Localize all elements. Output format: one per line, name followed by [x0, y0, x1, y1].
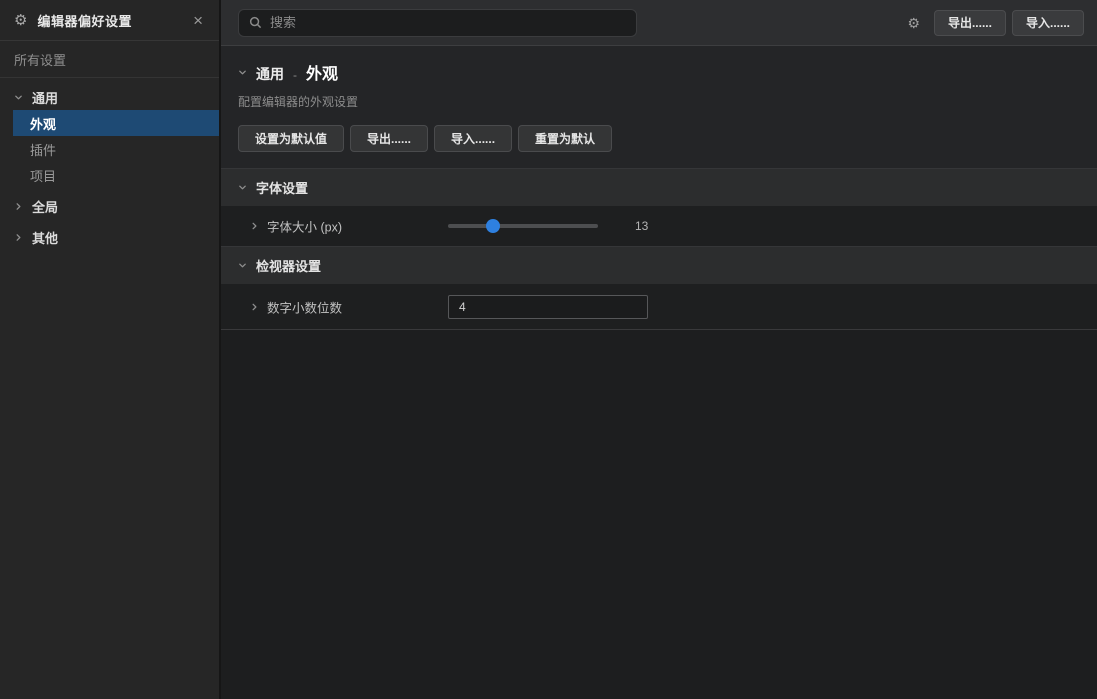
setting-label-row[interactable]: 数字小数位数 — [250, 297, 342, 316]
search-box[interactable] — [238, 9, 637, 37]
section-title: 字体设置 — [256, 178, 308, 197]
settings-gear-icon[interactable]: ⚙ — [907, 16, 920, 30]
font-size-slider[interactable] — [448, 219, 598, 233]
chevron-down-icon — [238, 261, 247, 270]
sidebar-header: ⚙ 编辑器偏好设置 × — [0, 0, 219, 41]
preferences-main: ⚙ 导出...... 导入...... 通用 - 外观 配置编辑器的外观设置 设… — [221, 0, 1097, 699]
search-icon — [249, 16, 262, 29]
import-settings-button[interactable]: 导入...... — [434, 125, 512, 152]
tree-group-other[interactable]: 其他 — [0, 225, 219, 250]
section-header-font-settings[interactable]: 字体设置 — [221, 168, 1097, 206]
tree-group-global[interactable]: 全局 — [0, 194, 219, 219]
section-title: 检视器设置 — [256, 256, 321, 275]
window-title: 编辑器偏好设置 — [37, 11, 189, 30]
setting-row-font-size: 字体大小 (px) 13 — [221, 206, 1097, 246]
slider-handle[interactable] — [486, 219, 500, 233]
empty-content-area — [221, 330, 1097, 699]
tree-group-label: 全局 — [32, 197, 58, 216]
preferences-sidebar: ⚙ 编辑器偏好设置 × 所有设置 通用 外观 插件 项目 全局 其他 — [0, 0, 219, 699]
export-settings-button[interactable]: 导出...... — [350, 125, 428, 152]
gear-icon: ⚙ — [14, 13, 27, 28]
slider-track[interactable] — [448, 224, 598, 228]
breadcrumb: 通用 - 外观 — [238, 60, 1081, 84]
topbar: ⚙ 导出...... 导入...... — [221, 0, 1097, 46]
page-subtitle: 配置编辑器的外观设置 — [238, 93, 1081, 110]
export-button[interactable]: 导出...... — [934, 10, 1006, 36]
font-size-value: 13 — [635, 219, 648, 233]
tree-group-label: 通用 — [32, 88, 58, 107]
setting-row-decimal-places: 数字小数位数 — [221, 284, 1097, 330]
decimal-places-input[interactable] — [448, 295, 648, 319]
sidebar-item-project[interactable]: 项目 — [0, 162, 219, 188]
import-button[interactable]: 导入...... — [1012, 10, 1084, 36]
chevron-right-icon — [14, 202, 23, 211]
page-actions: 设置为默认值 导出...... 导入...... 重置为默认 — [238, 125, 1081, 152]
tree-item-label: 插件 — [30, 140, 56, 159]
chevron-down-icon[interactable] — [238, 68, 247, 77]
page-title: 外观 — [306, 60, 338, 84]
chevron-right-icon[interactable] — [250, 222, 259, 231]
setting-label: 字体大小 (px) — [267, 217, 342, 236]
settings-tree: 通用 外观 插件 项目 全局 其他 — [0, 78, 219, 250]
tree-group-label: 其他 — [32, 228, 58, 247]
section-header-inspector-settings[interactable]: 检视器设置 — [221, 246, 1097, 284]
setting-label-row[interactable]: 字体大小 (px) — [250, 217, 342, 236]
set-as-default-button[interactable]: 设置为默认值 — [238, 125, 344, 152]
chevron-right-icon — [14, 233, 23, 242]
close-icon[interactable]: × — [189, 10, 207, 31]
breadcrumb-separator: - — [293, 68, 297, 82]
page-header: 通用 - 外观 配置编辑器的外观设置 设置为默认值 导出...... 导入...… — [221, 46, 1097, 168]
sidebar-item-all-settings[interactable]: 所有设置 — [0, 41, 219, 78]
tree-group-general[interactable]: 通用 — [0, 85, 219, 110]
reset-to-default-button[interactable]: 重置为默认 — [518, 125, 612, 152]
chevron-right-icon[interactable] — [250, 302, 259, 311]
sidebar-item-appearance[interactable]: 外观 — [13, 110, 219, 136]
search-input[interactable] — [270, 15, 626, 30]
breadcrumb-group: 通用 — [256, 64, 284, 84]
chevron-down-icon — [238, 183, 247, 192]
sidebar-item-plugins[interactable]: 插件 — [0, 136, 219, 162]
tree-item-label: 外观 — [30, 114, 56, 133]
setting-label: 数字小数位数 — [267, 297, 342, 316]
tree-item-label: 项目 — [30, 166, 56, 185]
chevron-down-icon — [14, 93, 23, 102]
all-settings-label: 所有设置 — [14, 50, 66, 69]
